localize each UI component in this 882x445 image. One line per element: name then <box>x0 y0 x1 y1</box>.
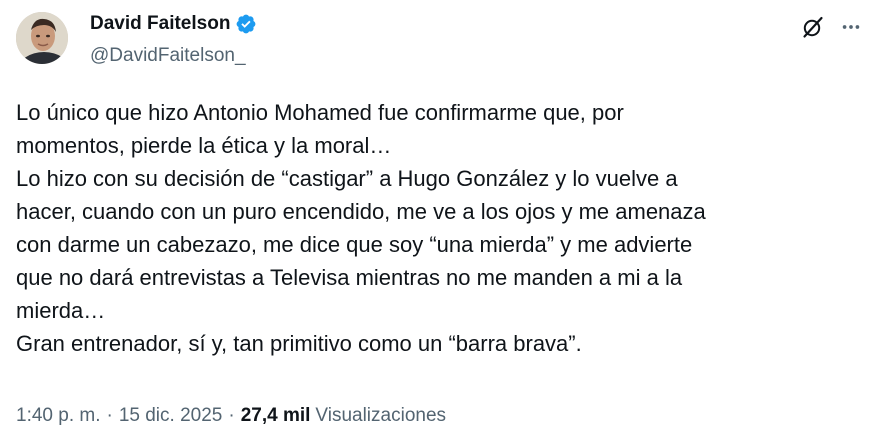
avatar-image <box>16 12 68 64</box>
meta-separator: · <box>228 405 235 426</box>
tweet-text-line: Lo único que hizo Antonio Mohamed fue co… <box>16 100 624 125</box>
tweet-text-line: Lo hizo con su decisión de “castigar” a … <box>16 166 678 191</box>
tweet-meta: 1:40 p. m. · 15 dic. 2025 · 27,4 mil Vis… <box>16 404 446 428</box>
tweet-text-line: Gran entrenador, sí y, tan primitivo com… <box>16 331 582 356</box>
tweet-text-line: mierda… <box>16 298 106 323</box>
tweet-card: David Faitelson @DavidFaitelson_ Lo únic… <box>0 0 882 445</box>
tweet-text-line: con darme un cabezazo, me dice que soy “… <box>16 232 693 257</box>
tweet-text: Lo único que hizo Antonio Mohamed fue co… <box>16 96 856 360</box>
tweet-text-line: que no dará entrevistas a Televisa mient… <box>16 265 683 290</box>
tweet-time[interactable]: 1:40 p. m. <box>16 404 101 428</box>
author-handle[interactable]: @DavidFaitelson_ <box>90 44 246 68</box>
more-options-button[interactable] <box>834 10 868 44</box>
views-count: 27,4 mil <box>240 405 311 426</box>
tweet-text-line: hacer, cuando con un puro encendido, me … <box>16 199 706 224</box>
meta-separator: · <box>106 405 113 426</box>
avatar[interactable] <box>16 12 68 64</box>
author-name-row[interactable]: David Faitelson <box>90 12 257 36</box>
verified-badge-icon <box>237 14 256 34</box>
grok-button[interactable] <box>796 10 830 44</box>
grok-icon <box>803 16 823 38</box>
author-display-name[interactable]: David Faitelson <box>90 12 230 36</box>
tweet-text-line: momentos, pierde la ética y la moral… <box>16 133 392 158</box>
tweet-date[interactable]: 15 dic. 2025 <box>119 404 223 428</box>
views-label: Visualizaciones <box>315 405 447 426</box>
more-options-icon <box>842 25 860 29</box>
